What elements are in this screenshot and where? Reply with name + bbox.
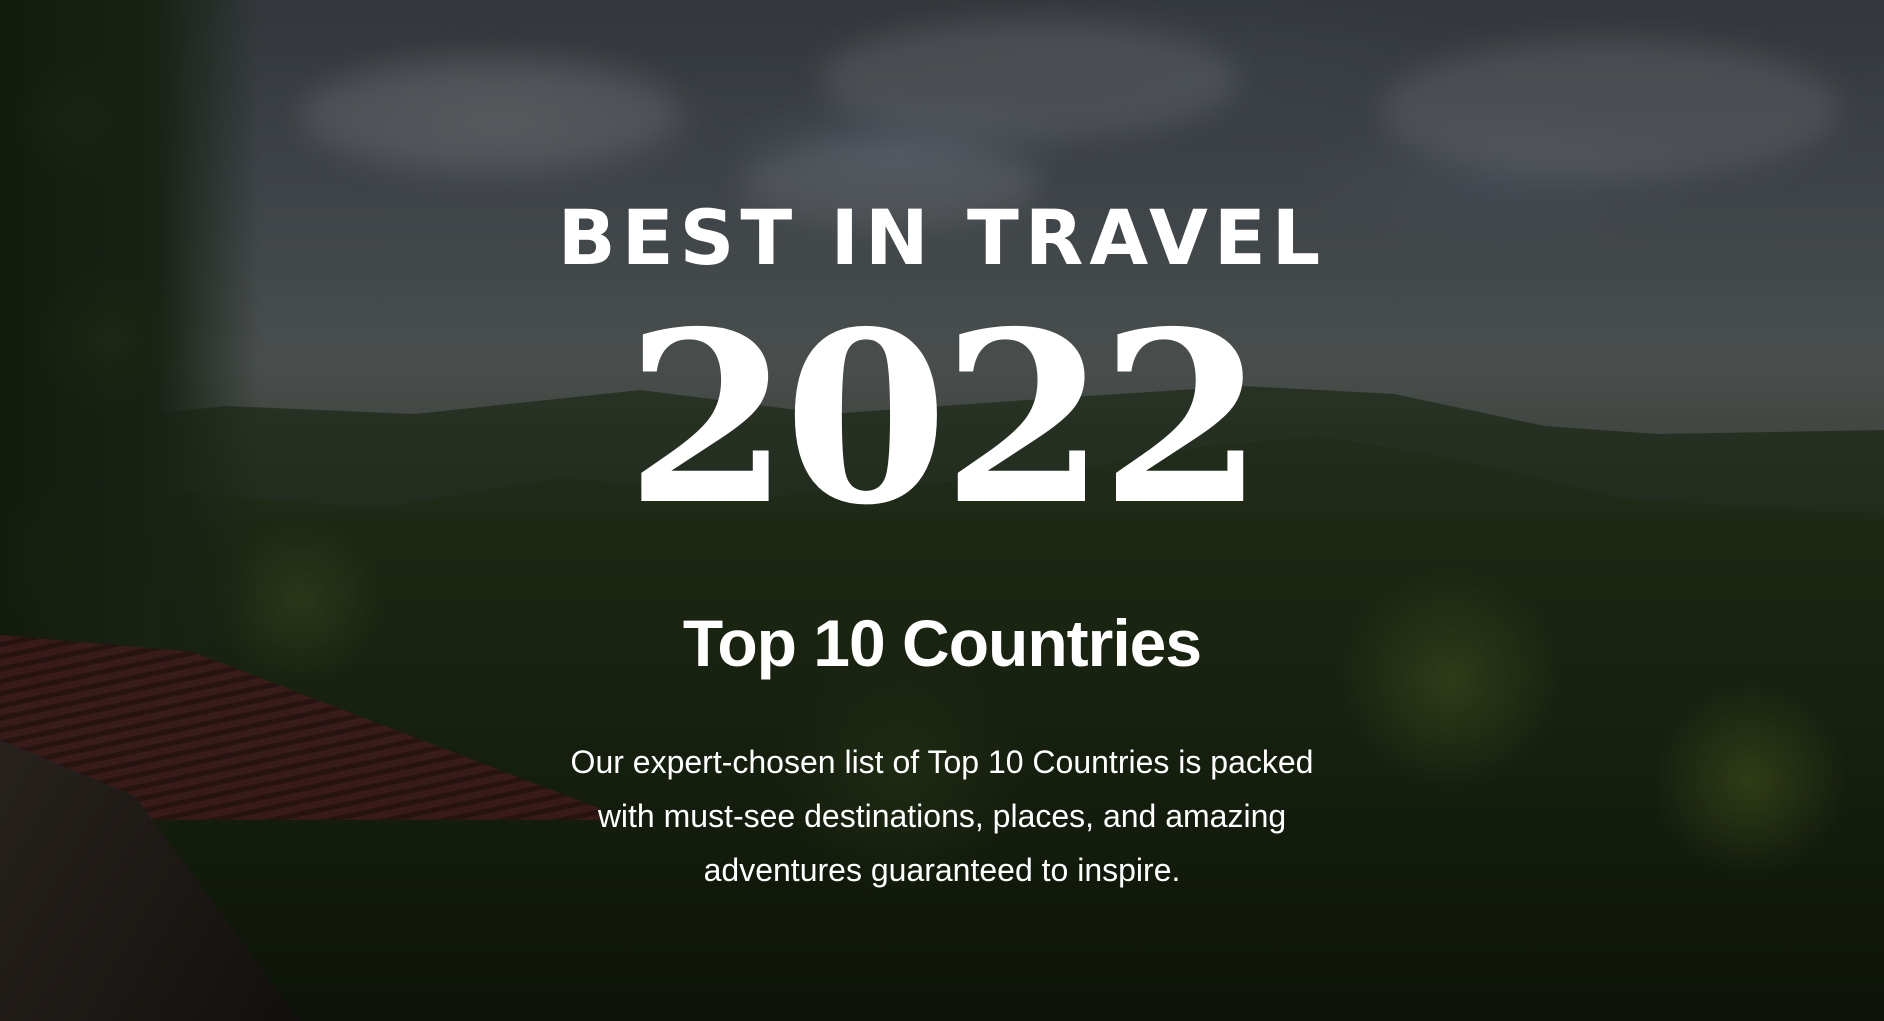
hero-content: BEST IN TRAVEL 2022 Top 10 Countries Our… (0, 0, 1884, 1021)
hero-headline: Top 10 Countries (682, 606, 1202, 680)
hero-year: 2022 (625, 279, 1265, 557)
hero-banner: BEST IN TRAVEL 2022 Top 10 Countries Our… (0, 0, 1884, 1021)
hero-eyebrow: BEST IN TRAVEL (557, 193, 1327, 282)
hero-description: Our expert-chosen list of Top 10 Countri… (570, 744, 1314, 888)
